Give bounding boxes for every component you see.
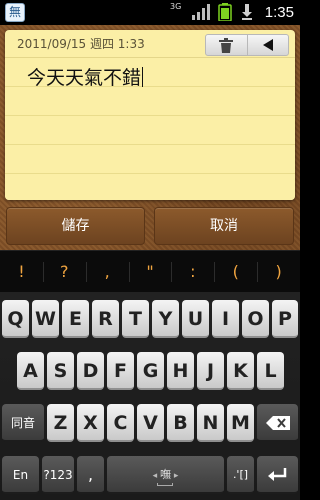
enter-icon <box>267 468 286 481</box>
key-l[interactable]: L <box>257 352 284 390</box>
3g-data-icon: 3G <box>170 2 182 11</box>
space-left-arrow-icon: ◂ <box>152 471 160 481</box>
cancel-button[interactable]: 取消 <box>154 207 294 245</box>
language-key[interactable]: En <box>2 456 39 494</box>
key-w[interactable]: W <box>32 300 59 338</box>
key-n[interactable]: N <box>197 404 224 442</box>
comma-key[interactable]: , <box>77 456 104 494</box>
suggestion-item[interactable]: ) <box>257 251 300 292</box>
key-b[interactable]: B <box>167 404 194 442</box>
suggestion-item[interactable]: : <box>171 251 214 292</box>
backspace-icon <box>265 416 290 430</box>
key-m[interactable]: M <box>227 404 254 442</box>
battery-icon <box>218 3 232 21</box>
key-s[interactable]: S <box>47 352 74 390</box>
save-button[interactable]: 儲存 <box>6 207 145 245</box>
app-icon: 無 <box>5 3 25 22</box>
key-r[interactable]: R <box>92 300 119 338</box>
back-arrow-icon <box>262 39 273 51</box>
key-x[interactable]: X <box>77 404 104 442</box>
note-header: 2011/09/15 週四 1:33 <box>5 30 295 58</box>
on-screen-keyboard: Q W E R T Y U I O P A S D F G H J K L 同音… <box>0 292 300 500</box>
key-d[interactable]: D <box>77 352 104 390</box>
suggestion-item[interactable]: ( <box>214 251 257 292</box>
download-icon <box>242 4 252 20</box>
space-bar-icon <box>157 483 173 486</box>
key-z[interactable]: Z <box>47 404 74 442</box>
key-g[interactable]: G <box>137 352 164 390</box>
suggestion-item[interactable]: ! <box>0 251 43 292</box>
back-button[interactable] <box>246 35 289 55</box>
signal-icon <box>192 4 210 20</box>
key-k[interactable]: K <box>227 352 254 390</box>
key-a[interactable]: A <box>17 352 44 390</box>
key-y[interactable]: Y <box>152 300 179 338</box>
key-e[interactable]: E <box>62 300 89 338</box>
key-f[interactable]: F <box>107 352 134 390</box>
status-time: 1:35 <box>264 4 294 21</box>
key-u[interactable]: U <box>182 300 209 338</box>
key-v[interactable]: V <box>137 404 164 442</box>
space-key-label: 嘸 <box>160 468 171 481</box>
suggestion-strip: ! ? , " : ( ) <box>0 250 300 292</box>
punctuation-key[interactable]: .'[] <box>227 456 254 494</box>
key-h[interactable]: H <box>167 352 194 390</box>
key-c[interactable]: C <box>107 404 134 442</box>
key-q[interactable]: Q <box>2 300 29 338</box>
status-bar: 無 3G 1:35 <box>0 0 300 25</box>
key-p[interactable]: P <box>272 300 298 338</box>
cork-board-area: 2011/09/15 週四 1:33 今天天氣不錯 儲存 取消 <box>0 25 300 250</box>
delete-button[interactable] <box>206 35 247 55</box>
backspace-key[interactable] <box>257 404 298 442</box>
note-actions <box>205 34 289 56</box>
suggestion-item[interactable]: , <box>85 251 129 292</box>
tone-shift-key[interactable]: 同音 <box>2 404 44 442</box>
suggestion-item[interactable]: " <box>128 251 172 292</box>
sticky-note: 2011/09/15 週四 1:33 今天天氣不錯 <box>5 30 295 200</box>
suggestion-item[interactable]: ? <box>42 251 86 292</box>
space-key[interactable]: ◂ 嘸 ▸ <box>107 456 224 494</box>
text-caret <box>142 67 144 87</box>
note-date: 2011/09/15 週四 1:33 <box>17 37 145 51</box>
key-i[interactable]: I <box>212 300 239 338</box>
key-t[interactable]: T <box>122 300 149 338</box>
space-right-arrow-icon: ▸ <box>171 471 179 481</box>
note-text-input[interactable]: 今天天氣不錯 <box>27 66 144 90</box>
enter-key[interactable] <box>257 456 298 494</box>
key-o[interactable]: O <box>242 300 269 338</box>
symbols-key[interactable]: ?123 <box>42 456 74 494</box>
note-text-value: 今天天氣不錯 <box>27 67 142 89</box>
key-j[interactable]: J <box>197 352 224 390</box>
trash-icon <box>219 37 234 53</box>
